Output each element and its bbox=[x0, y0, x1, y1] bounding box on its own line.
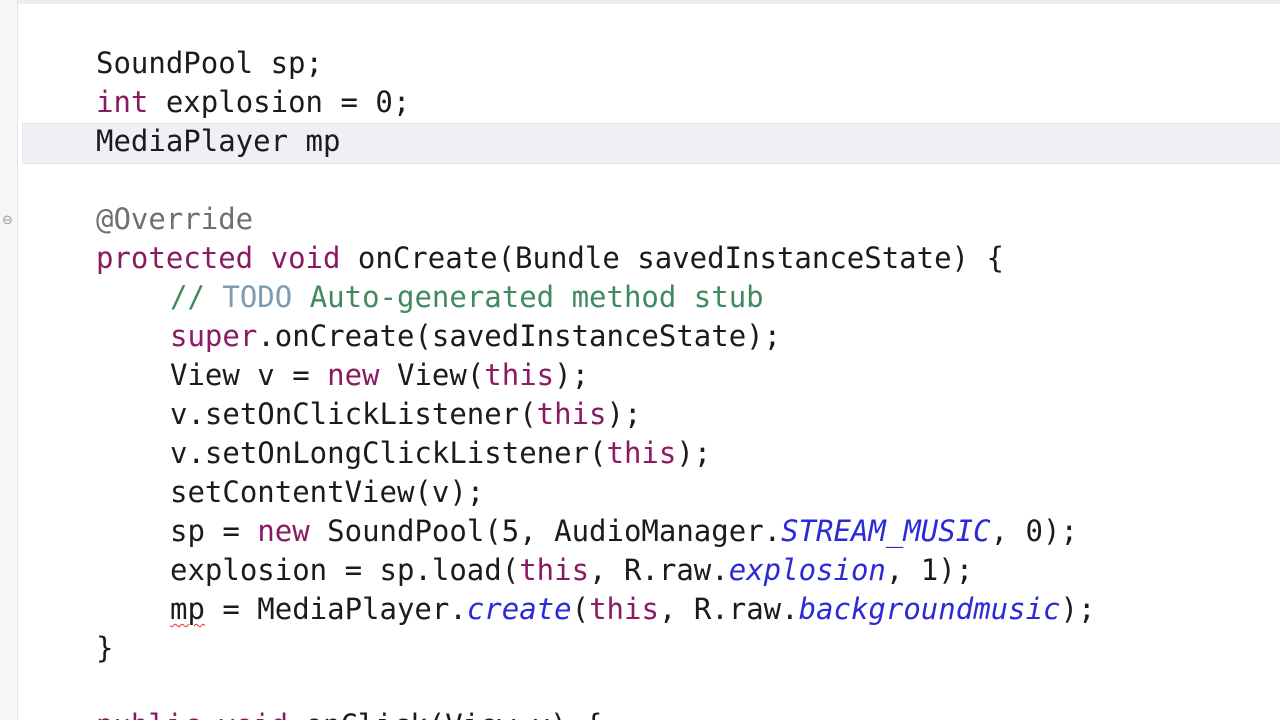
comment-token: Auto-generated method stub bbox=[292, 280, 764, 314]
keyword-token: int bbox=[96, 85, 149, 119]
editor-gutter bbox=[0, 0, 18, 720]
code-token: ); bbox=[554, 358, 590, 392]
code-line[interactable]: super.onCreate(savedInstanceState); bbox=[170, 317, 781, 356]
code-token: ); bbox=[676, 436, 712, 470]
static-method-token: create bbox=[466, 592, 572, 626]
static-field-token: backgroundmusic bbox=[798, 592, 1061, 626]
code-token: explosion = sp.load( bbox=[170, 553, 520, 587]
keyword-token: void bbox=[270, 241, 341, 275]
code-line[interactable]: // TODO Auto-generated method stub bbox=[170, 278, 764, 317]
keyword-token: void bbox=[218, 708, 288, 720]
code-token: onClick(View v) { bbox=[288, 708, 603, 720]
code-line[interactable]: sp = new SoundPool(5, AudioManager.STREA… bbox=[170, 512, 1078, 551]
code-token: v.setOnLongClickListener( bbox=[170, 436, 607, 470]
keyword-token: this bbox=[484, 358, 555, 392]
code-token: View( bbox=[379, 358, 485, 392]
code-token: onCreate(Bundle savedInstanceState) { bbox=[340, 241, 1004, 275]
code-line[interactable]: int explosion = 0; bbox=[96, 83, 410, 122]
editor-top-strip bbox=[0, 0, 1280, 4]
code-line[interactable]: mp = MediaPlayer.create(this, R.raw.back… bbox=[170, 590, 1095, 629]
code-token: = MediaPlayer. bbox=[204, 592, 467, 626]
keyword-token: this bbox=[589, 592, 659, 626]
code-token: SoundPool(5, AudioManager. bbox=[309, 514, 782, 548]
code-line[interactable]: setContentView(v); bbox=[170, 473, 484, 512]
code-line-current[interactable]: MediaPlayer mp bbox=[96, 122, 340, 161]
code-token: v.setOnClickListener( bbox=[170, 397, 537, 431]
keyword-token: this bbox=[536, 397, 607, 431]
code-token: ( bbox=[571, 592, 590, 626]
code-token: , R.raw. bbox=[589, 553, 729, 587]
comment-token: // bbox=[170, 280, 223, 314]
code-token: SoundPool sp; bbox=[96, 46, 323, 80]
code-token: MediaPlayer mp bbox=[96, 124, 341, 158]
keyword-token: protected bbox=[96, 241, 254, 275]
code-line[interactable]: explosion = sp.load(this, R.raw.explosio… bbox=[170, 551, 973, 590]
code-token: , R.raw. bbox=[658, 592, 799, 626]
code-token: ); bbox=[606, 397, 642, 431]
code-line[interactable]: v.setOnLongClickListener(this); bbox=[170, 434, 711, 473]
keyword-token: new bbox=[257, 514, 310, 548]
code-token: explosion = 0; bbox=[148, 85, 411, 119]
keyword-token: new bbox=[327, 358, 380, 392]
code-token: , 0); bbox=[990, 514, 1078, 548]
todo-token: TODO bbox=[222, 280, 293, 314]
code-editor[interactable]: ⊖ SoundPool sp; int explosion = 0; Media… bbox=[0, 0, 1280, 720]
code-line[interactable]: } bbox=[96, 629, 113, 668]
static-field-token: STREAM_MUSIC bbox=[781, 514, 991, 548]
code-line[interactable]: v.setOnClickListener(this); bbox=[170, 395, 641, 434]
annotation-token: @Override bbox=[96, 202, 254, 236]
keyword-token: this bbox=[606, 436, 677, 470]
keyword-token: public bbox=[96, 708, 201, 720]
code-line[interactable]: SoundPool sp; bbox=[96, 44, 323, 83]
code-line[interactable]: protected void onCreate(Bundle savedInst… bbox=[96, 239, 1004, 278]
error-token[interactable]: mp bbox=[170, 592, 205, 626]
keyword-token: super bbox=[170, 319, 258, 353]
static-field-token: explosion bbox=[728, 553, 886, 587]
fold-toggle-icon[interactable]: ⊖ bbox=[0, 211, 15, 231]
code-token: setContentView(v); bbox=[170, 475, 485, 509]
code-token: ); bbox=[1060, 592, 1096, 626]
code-token: View v = bbox=[170, 358, 328, 392]
code-line-clipped[interactable]: public void onClick(View v) { bbox=[96, 706, 602, 720]
code-line[interactable]: View v = new View(this); bbox=[170, 356, 589, 395]
code-token: } bbox=[96, 631, 114, 665]
code-token: sp = bbox=[170, 514, 258, 548]
code-token: .onCreate(savedInstanceState); bbox=[257, 319, 782, 353]
code-token: , 1); bbox=[885, 553, 974, 587]
keyword-token: this bbox=[519, 553, 590, 587]
code-line[interactable]: @Override bbox=[96, 200, 253, 239]
